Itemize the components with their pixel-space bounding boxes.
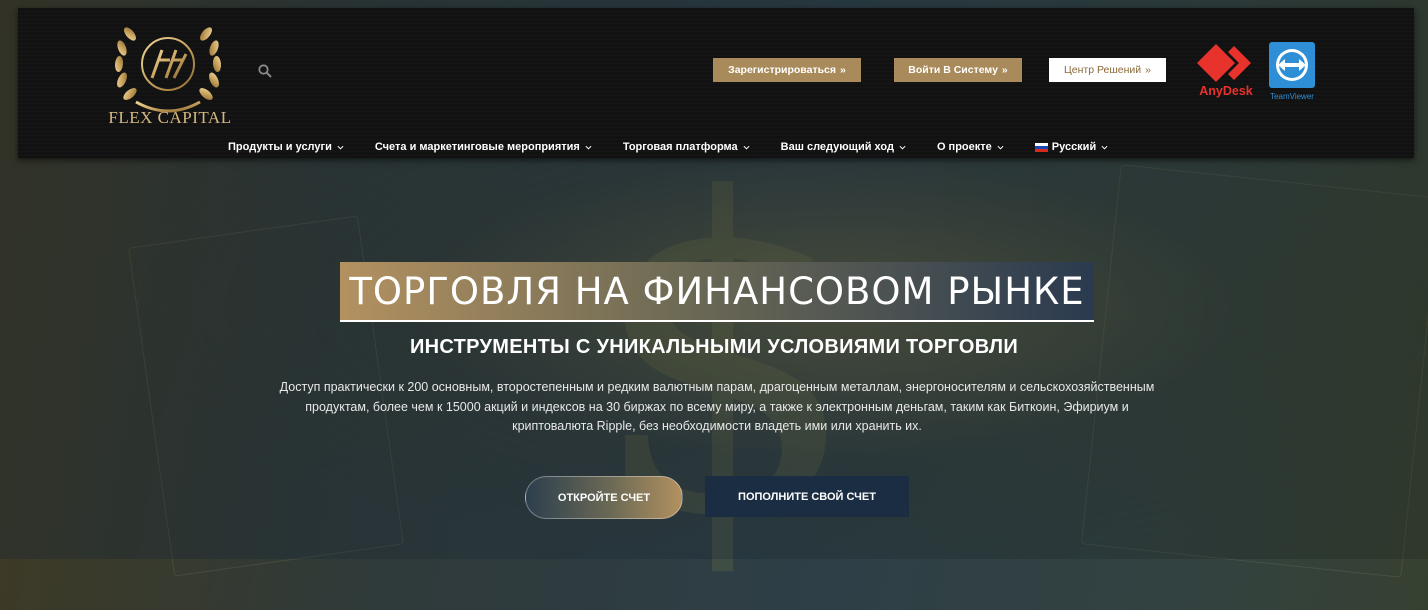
chevron-down-icon [743,145,750,150]
teamviewer-link[interactable]: TeamViewer [1267,42,1317,104]
login-button-label: Войти В Систему [908,64,998,76]
nav-item-label: Торговая платформа [622,141,738,153]
fund-account-button[interactable]: ПОПОЛНИТЕ СВОЙ СЧЕТ [705,476,909,517]
teamviewer-icon [1269,42,1315,88]
solutions-center-button-label: Центр Решений [1064,64,1142,76]
nav-item-about[interactable]: О проекте [937,141,1004,153]
nav-item-accounts[interactable]: Счета и маркетинговые мероприятия [375,141,592,153]
login-button[interactable]: Войти В Систему » [894,58,1022,82]
solutions-center-button[interactable]: Центр Решений » [1049,58,1166,82]
chevron-down-icon [899,145,906,150]
hero-description: Доступ практически к 200 основным, второ… [279,380,1155,433]
brand-name: FLEX CAPITAL [108,108,232,127]
nav-item-label: Русский [1051,141,1097,153]
hero-subtitle: ИНСТРУМЕНТЫ С УНИКАЛЬНЫМИ УСЛОВИЯМИ ТОРГ… [409,336,1019,358]
double-chevron-right-icon: » [840,64,846,76]
nav-item-label: О проекте [936,141,992,153]
chevron-down-icon [337,145,344,150]
double-chevron-right-icon: » [1001,64,1008,76]
open-account-button[interactable]: ОТКРОЙТЕ СЧЕТ [525,476,683,519]
register-button-label: Зарегистрироваться [728,64,837,76]
open-account-button-label: ОТКРОЙТЕ СЧЕТ [557,491,651,504]
nav-item-label: Счета и маркетинговые мероприятия [374,141,580,153]
double-chevron-right-icon: » [1145,64,1151,76]
nav-item-label: Продукты и услуги [228,141,332,153]
anydesk-label: AnyDesk [1199,84,1253,98]
anydesk-icon [1197,44,1251,82]
main-navigation: Продукты и услуги Счета и маркетинговые … [228,138,1139,156]
site-header: FLEX CAPITAL Зарегистрироваться » Войти … [18,8,1414,158]
search-icon[interactable] [258,64,272,78]
teamviewer-label: TeamViewer [1270,92,1314,101]
register-button[interactable]: Зарегистрироваться » [713,58,861,82]
nav-item-language[interactable]: Русский [1034,141,1108,153]
anydesk-link[interactable]: AnyDesk [1196,42,1256,104]
hero-title: ТОРГОВЛЯ НА ФИНАНСОВОМ РЫНКЕ [340,262,1094,322]
chevron-down-icon [585,145,592,150]
nav-item-label: Ваш следующий ход [780,141,894,153]
fund-account-button-label: ПОПОЛНИТЕ СВОЙ СЧЕТ [738,490,876,503]
russia-flag-icon [1034,142,1048,152]
nav-item-products[interactable]: Продукты и услуги [228,141,344,153]
chevron-down-icon [997,145,1004,150]
nav-item-next-move[interactable]: Ваш следующий ход [781,141,906,153]
chevron-down-icon [1101,145,1108,150]
nav-item-platform[interactable]: Торговая платформа [623,141,750,153]
